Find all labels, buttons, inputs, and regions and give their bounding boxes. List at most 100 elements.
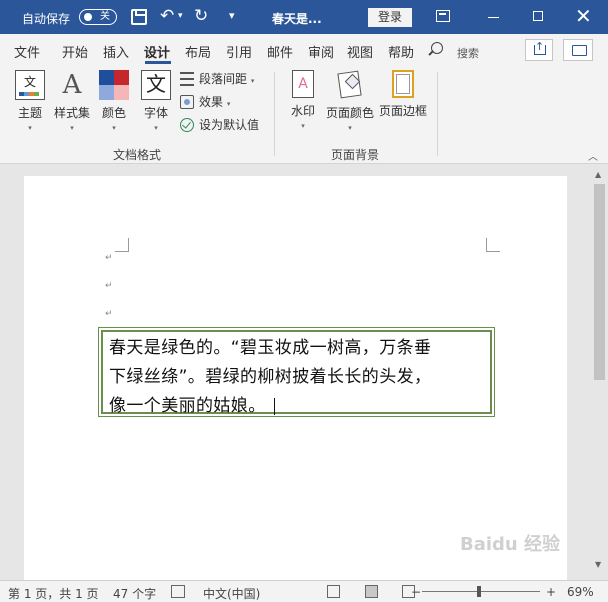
set-as-default-label: 设为默认值 bbox=[199, 118, 260, 132]
document-page[interactable]: ↵ ↵ ↵ 春天是绿色的。“碧玉妆成一树高，万条垂 下绿丝绦”。碧绿的柳树披着长… bbox=[24, 176, 567, 580]
baidu-watermark: Baidu 经验 bbox=[460, 534, 561, 555]
close-icon[interactable]: ✕ bbox=[575, 4, 592, 28]
ribbon-display-options-icon[interactable] bbox=[436, 10, 450, 22]
autosave-state: 关 bbox=[100, 11, 110, 22]
tab-help[interactable]: 帮助 bbox=[388, 42, 414, 61]
customize-qat-icon[interactable]: ▾ bbox=[229, 6, 235, 26]
effects-button[interactable]: 效果 ▾ bbox=[180, 93, 230, 111]
collapse-ribbon-icon[interactable]: ︿ bbox=[588, 148, 598, 163]
theme-button[interactable]: 文 主题 ▾ bbox=[10, 70, 50, 132]
theme-icon: 文 bbox=[15, 70, 45, 100]
page-color-button[interactable]: 页面颜色 ▾ bbox=[323, 70, 377, 132]
scroll-down-icon[interactable]: ▼ bbox=[595, 560, 601, 569]
paragraph-spacing-label: 段落间距 bbox=[199, 72, 248, 86]
scroll-up-icon[interactable]: ▲ bbox=[595, 170, 601, 179]
zoom-out-icon[interactable]: − bbox=[411, 585, 421, 599]
page-count[interactable]: 第 1 页，共 1 页 bbox=[8, 585, 99, 602]
tab-insert[interactable]: 插入 bbox=[103, 42, 129, 61]
fonts-icon: 文 bbox=[141, 70, 171, 100]
style-set-label: 样式集 bbox=[53, 106, 90, 120]
page-color-icon bbox=[337, 70, 363, 100]
group-separator bbox=[274, 72, 275, 156]
colors-caret-icon: ▾ bbox=[112, 124, 116, 132]
text-cursor bbox=[273, 397, 275, 415]
bordered-text-box[interactable]: 春天是绿色的。“碧玉妆成一树高，万条垂 下绿丝绦”。碧绿的柳树披着长长的头发， … bbox=[98, 327, 495, 417]
title-bar: 自动保存 关 ↶ ▾ ↻ ▾ 春天是... 登录 ✕ bbox=[0, 0, 608, 34]
fonts-label: 字体 bbox=[143, 106, 168, 120]
autosave-label: 自动保存 bbox=[22, 12, 71, 26]
fonts-caret-icon: ▾ bbox=[154, 124, 158, 132]
watermark-button[interactable]: A 水印 ▾ bbox=[283, 70, 323, 130]
watermark-icon: A bbox=[292, 70, 314, 98]
autosave-toggle[interactable]: 关 bbox=[79, 9, 117, 25]
tab-mailings[interactable]: 邮件 bbox=[267, 42, 293, 61]
proofing-icon[interactable] bbox=[171, 585, 185, 598]
login-button[interactable]: 登录 bbox=[368, 8, 412, 27]
text-line: 下绿丝绦”。碧绿的柳树披着长长的头发， bbox=[109, 367, 432, 387]
share-button[interactable] bbox=[525, 39, 553, 61]
tab-view[interactable]: 视图 bbox=[347, 42, 373, 61]
word-count[interactable]: 47 个字 bbox=[113, 585, 156, 602]
language-indicator[interactable]: 中文(中国) bbox=[203, 585, 260, 602]
page-borders-label: 页面边框 bbox=[378, 104, 427, 118]
watermark-caret-icon: ▾ bbox=[301, 122, 305, 130]
zoom-slider-thumb[interactable] bbox=[477, 586, 481, 597]
set-as-default-button[interactable]: 设为默认值 bbox=[180, 116, 259, 134]
document-title: 春天是... bbox=[272, 12, 322, 26]
effects-icon bbox=[180, 95, 194, 109]
search-label[interactable]: 搜索 bbox=[457, 45, 479, 61]
paragraph-spacing-icon bbox=[180, 72, 194, 86]
effects-caret-icon: ▾ bbox=[226, 100, 231, 108]
tab-references[interactable]: 引用 bbox=[226, 42, 252, 61]
tab-file[interactable]: 文件 bbox=[14, 42, 40, 61]
page-color-caret-icon: ▾ bbox=[348, 124, 352, 132]
scrollbar-thumb[interactable] bbox=[594, 184, 605, 380]
paragraph-mark: ↵ bbox=[105, 281, 113, 291]
colors-icon bbox=[99, 70, 129, 100]
text-line-content: 像一个美丽的姑娘。 bbox=[109, 396, 266, 416]
save-icon[interactable] bbox=[131, 9, 147, 25]
undo-icon[interactable]: ↶ bbox=[160, 6, 174, 26]
text-line: 像一个美丽的姑娘。 bbox=[109, 392, 484, 421]
style-set-button[interactable]: A 样式集 ▾ bbox=[52, 70, 92, 132]
read-mode-icon[interactable] bbox=[327, 585, 340, 598]
document-formatting-group-label: 文档格式 bbox=[113, 148, 162, 162]
paragraph-spacing-button[interactable]: 段落间距 ▾ bbox=[180, 70, 254, 88]
effects-label: 效果 bbox=[199, 95, 224, 109]
redo-icon[interactable]: ↻ bbox=[194, 6, 208, 26]
page-color-label: 页面颜色 bbox=[325, 106, 374, 120]
maximize-icon[interactable] bbox=[533, 11, 543, 21]
vertical-scrollbar[interactable]: ▲ ▼ bbox=[591, 165, 608, 580]
margin-corner-mark bbox=[115, 238, 129, 252]
tab-design[interactable]: 设计 bbox=[144, 42, 170, 61]
theme-caret-icon: ▾ bbox=[28, 124, 32, 132]
fonts-button[interactable]: 文 字体 ▾ bbox=[136, 70, 176, 132]
paragraph-mark: ↵ bbox=[105, 309, 113, 319]
minimize-icon[interactable] bbox=[488, 17, 499, 18]
checkmark-icon bbox=[180, 118, 194, 132]
paragraph-spacing-caret-icon: ▾ bbox=[250, 77, 255, 85]
watermark-label: 水印 bbox=[290, 104, 315, 118]
comments-button[interactable] bbox=[563, 39, 593, 61]
search-icon[interactable] bbox=[431, 42, 443, 54]
toggle-knob bbox=[84, 13, 92, 21]
colors-button[interactable]: 颜色 ▾ bbox=[94, 70, 134, 132]
tab-home[interactable]: 开始 bbox=[62, 42, 88, 61]
undo-dropdown-icon[interactable]: ▾ bbox=[178, 6, 183, 26]
zoom-level[interactable]: 69% bbox=[567, 585, 594, 599]
print-layout-icon[interactable] bbox=[365, 585, 378, 598]
colors-label: 颜色 bbox=[101, 106, 126, 120]
ribbon: 文 主题 ▾ A 样式集 ▾ 颜色 ▾ 文 字体 ▾ 段落间距 ▾ 效果 ▾ 设… bbox=[0, 64, 608, 164]
tab-layout[interactable]: 布局 bbox=[185, 42, 211, 61]
page-borders-button[interactable]: 页面边框 bbox=[377, 70, 429, 119]
style-set-icon: A bbox=[62, 70, 82, 100]
zoom-slider[interactable] bbox=[422, 591, 540, 592]
ribbon-tabs: 文件 开始 插入 设计 布局 引用 邮件 审阅 视图 帮助 bbox=[0, 34, 608, 64]
margin-corner-mark bbox=[486, 238, 500, 252]
document-area: ↵ ↵ ↵ 春天是绿色的。“碧玉妆成一树高，万条垂 下绿丝绦”。碧绿的柳树披着长… bbox=[0, 165, 608, 580]
theme-label: 主题 bbox=[17, 106, 42, 120]
zoom-in-icon[interactable]: + bbox=[546, 585, 556, 599]
group-separator bbox=[437, 72, 438, 156]
tab-review[interactable]: 审阅 bbox=[308, 42, 334, 61]
page-borders-icon bbox=[392, 70, 414, 98]
